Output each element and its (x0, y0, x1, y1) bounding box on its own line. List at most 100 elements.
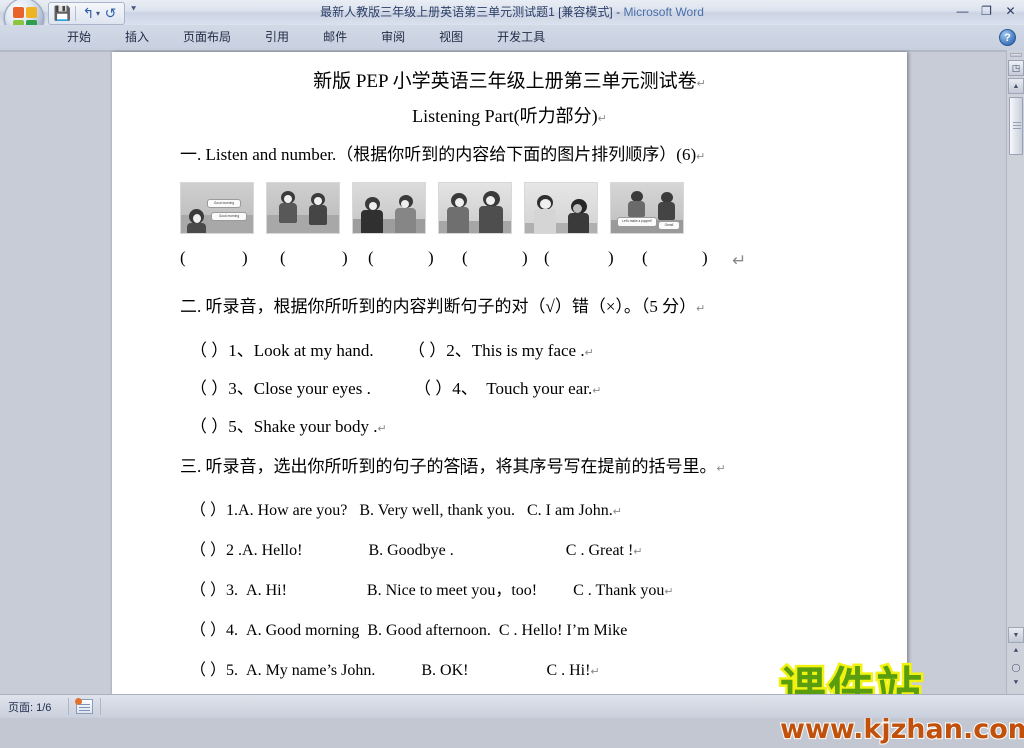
item-marker[interactable]: （ ） (414, 379, 452, 398)
item-marker[interactable]: （ ） (190, 502, 226, 519)
document-page[interactable]: 新版 PEP 小学英语三年级上册第三单元测试卷↵ Listening Part(… (112, 52, 907, 695)
section-three-item-4[interactable]: （ ）4. A. Good morning B. Good afternoon.… (190, 616, 627, 640)
section-three-item-5[interactable]: （ ）5. A. My name’s John. B. OK! C . Hi!↵ (190, 656, 600, 680)
document-workspace: 新版 PEP 小学英语三年级上册第三单元测试卷↵ Listening Part(… (0, 50, 1024, 744)
tab-insert[interactable]: 插入 (108, 25, 166, 50)
option-b: B. OK! (421, 662, 469, 679)
split-window-handle[interactable] (1010, 53, 1022, 57)
item-marker[interactable]: （ ） (190, 582, 226, 599)
section-three-item-2[interactable]: （ ）2 .A. Hello! B. Goodbye . C . Great !… (190, 536, 643, 560)
document-status-icon[interactable] (75, 698, 93, 714)
section-two-item-5[interactable]: （ ）5、Shake your body .↵ (190, 412, 387, 437)
tab-home[interactable]: 开始 (50, 25, 108, 50)
paren-open[interactable]: ( (642, 248, 648, 268)
section-three-heading: 三. 听录音，选出你所听到的句子的答语，将其序号写在提前的括号里。↵ (180, 452, 726, 477)
item-number: 2、 (446, 341, 472, 360)
pilcrow-icon: ↵ (696, 151, 706, 163)
help-icon[interactable]: ? (999, 29, 1016, 46)
option-b: B. Good afternoon. (367, 622, 491, 639)
section-two-item-4[interactable]: （ ）4、 Touch your ear.↵ (414, 374, 601, 399)
section-one-heading-text: 一. Listen and number.（根据你听到的内容给下面的图片排列顺序… (180, 145, 697, 164)
paren-close[interactable]: ) (428, 248, 434, 268)
option-c: C . Hi! (546, 662, 591, 679)
tab-page-layout[interactable]: 页面布局 (166, 25, 248, 50)
item-marker[interactable]: （ ） (190, 379, 228, 398)
item-marker[interactable]: （ ） (190, 662, 226, 679)
page-title-text: 新版 PEP 小学英语三年级上册第三单元测试卷 (313, 71, 697, 92)
page-subtitle: Listening Part(听力部分)↵ (112, 102, 907, 128)
watermark-url-text: www.kjzhan.com (779, 714, 1024, 745)
item-marker[interactable]: （ ） (190, 542, 226, 559)
section-one-heading: 一. Listen and number.（根据你听到的内容给下面的图片排列顺序… (180, 140, 705, 165)
scroll-up-button[interactable]: ▲ (1008, 78, 1024, 94)
scrollbar-thumb[interactable] (1009, 97, 1023, 155)
item-number: 3、 (228, 379, 254, 398)
listen-picture-5[interactable] (524, 182, 598, 234)
listen-picture-2[interactable] (266, 182, 340, 234)
item-marker[interactable]: （ ） (408, 341, 446, 360)
item-number: 3. (226, 582, 239, 599)
speech-bubble: Great! (658, 221, 680, 230)
paren-open[interactable]: ( (180, 248, 186, 268)
browse-object-circle-icon[interactable]: ◯ (1008, 659, 1024, 675)
paren-open[interactable]: ( (368, 248, 374, 268)
paren-close[interactable]: ) (522, 248, 528, 268)
tab-view[interactable]: 视图 (422, 25, 480, 50)
pilcrow-icon: ↵ (664, 586, 674, 598)
scroll-down-button[interactable]: ▼ (1008, 627, 1024, 643)
paren-open[interactable]: ( (544, 248, 550, 268)
paren-close[interactable]: ) (342, 248, 348, 268)
window-controls: — ❐ ✕ (953, 2, 1020, 19)
window-title: 最新人教版三年级上册英语第三单元测试题1 [兼容模式] - Microsoft … (0, 3, 1024, 20)
paren-close[interactable]: ) (242, 248, 248, 268)
minimize-button[interactable]: — (953, 2, 972, 19)
tab-references[interactable]: 引用 (248, 25, 306, 50)
pilcrow-icon: ↵ (633, 546, 643, 558)
item-marker[interactable]: （ ） (190, 417, 228, 436)
item-text: Touch your ear. (486, 379, 593, 398)
restore-button[interactable]: ❐ (977, 2, 996, 19)
section-three-heading-before: 三. 听录音，选出你所听到的句子的答 (180, 457, 461, 476)
speech-bubble: Let's make a puppet! (617, 217, 657, 227)
document-content: 新版 PEP 小学英语三年级上册第三单元测试卷↵ Listening Part(… (112, 52, 907, 695)
scrollbar-grip-icon (1013, 122, 1021, 129)
option-a: A. Hello! (242, 542, 303, 559)
item-number: 5. (226, 662, 239, 679)
option-a: A. My name’s John. (246, 662, 376, 679)
pilcrow-icon: ↵ (584, 347, 594, 359)
vertical-scrollbar[interactable]: ◳ ▲ ▼ ⯅ ◯ ⯆ (1006, 50, 1024, 695)
paren-close[interactable]: ) (608, 248, 614, 268)
section-two-item-3[interactable]: （ ）3、Close your eyes . (190, 374, 371, 399)
section-three-heading-after: 语，将其序号写在提前的括号里。 (461, 457, 717, 476)
item-text: This is my face . (471, 341, 585, 360)
tab-review[interactable]: 审阅 (364, 25, 422, 50)
section-three-item-1[interactable]: （ ）1.A. How are you? B. Very well, thank… (190, 496, 622, 520)
close-button[interactable]: ✕ (1001, 2, 1020, 19)
page-number-status[interactable]: 页面: 1/6 (8, 699, 51, 715)
item-text: Close your eyes . (253, 379, 371, 398)
title-bar: 💾 ↰ ▾ ↺ ⯆ 最新人教版三年级上册英语第三单元测试题1 [兼容模式] - … (0, 0, 1024, 38)
listen-picture-3[interactable] (352, 182, 426, 234)
paren-open[interactable]: ( (280, 248, 286, 268)
item-marker[interactable]: （ ） (190, 622, 226, 639)
tab-developer[interactable]: 开发工具 (480, 25, 562, 50)
tab-mailings[interactable]: 邮件 (306, 25, 364, 50)
picture-strip: Good morning Good morning Let's make a p… (180, 182, 684, 234)
speech-bubble: Good morning (211, 212, 247, 221)
document-title-text: 最新人教版三年级上册英语第三单元测试题1 [兼容模式] (320, 5, 613, 19)
paren-open[interactable]: ( (462, 248, 468, 268)
status-divider (100, 698, 101, 715)
paren-close[interactable]: ) (702, 248, 708, 268)
section-three-item-3[interactable]: （ ）3. A. Hi! B. Nice to meet you，too! C … (190, 576, 674, 600)
listen-picture-4[interactable] (438, 182, 512, 234)
select-browse-object-icon[interactable]: ◳ (1008, 60, 1024, 76)
pilcrow-icon: ↵ (696, 78, 706, 90)
item-marker[interactable]: （ ） (190, 341, 228, 360)
listen-picture-6[interactable]: Let's make a puppet! Great! (610, 182, 684, 234)
section-two-item-2[interactable]: （ ）2、This is my face .↵ (408, 336, 594, 361)
section-two-heading: 二. 听录音，根据你所听到的内容判断句子的对（√）错（×）。（5 分）↵ (180, 292, 705, 317)
previous-page-button[interactable]: ⯅ (1008, 643, 1024, 659)
section-two-item-1[interactable]: （ ）1、Look at my hand. (190, 336, 374, 361)
next-page-button[interactable]: ⯆ (1008, 675, 1024, 691)
listen-picture-1[interactable]: Good morning Good morning (180, 182, 254, 234)
